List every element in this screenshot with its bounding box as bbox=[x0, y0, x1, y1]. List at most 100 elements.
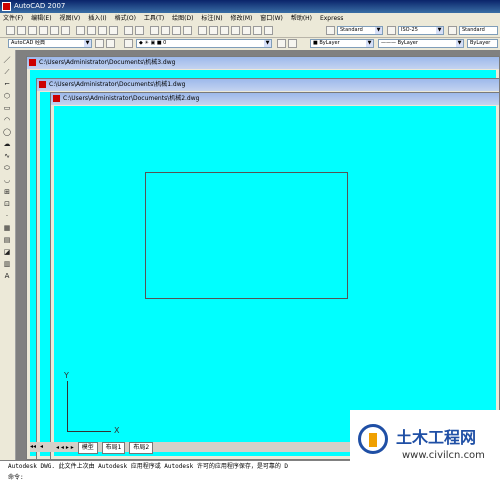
undo-icon[interactable] bbox=[124, 26, 133, 35]
window-title: AutoCAD 2007 bbox=[14, 2, 66, 10]
ellipse-arc-icon[interactable]: ◡ bbox=[2, 176, 12, 185]
copy-icon[interactable] bbox=[87, 26, 96, 35]
text-style-icon bbox=[326, 26, 335, 35]
save-icon[interactable] bbox=[28, 26, 37, 35]
menu-help[interactable]: 帮助(H) bbox=[288, 13, 315, 25]
zoom-realtime-icon[interactable] bbox=[161, 26, 170, 35]
menu-dimension[interactable]: 标注(N) bbox=[198, 13, 225, 25]
table-style-icon bbox=[448, 26, 457, 35]
drawing-area: C:\Users\Administrator\Documents\机械3.dwg… bbox=[16, 50, 500, 460]
menu-insert[interactable]: 插入(I) bbox=[85, 13, 109, 25]
drawn-rectangle[interactable] bbox=[145, 172, 348, 299]
revision-cloud-icon[interactable]: ☁ bbox=[2, 140, 12, 149]
cut-icon[interactable] bbox=[76, 26, 85, 35]
menu-view[interactable]: 视图(V) bbox=[56, 13, 83, 25]
menu-edit[interactable]: 编辑(E) bbox=[28, 13, 54, 25]
layer-select[interactable]: ◆ ☀ ▣ ■ 0 ▼ bbox=[136, 39, 272, 48]
markup-icon[interactable] bbox=[242, 26, 251, 35]
properties-icon[interactable] bbox=[198, 26, 207, 35]
watermark-url: www.civilcn.com bbox=[402, 450, 485, 461]
menu-format[interactable]: 格式(O) bbox=[112, 13, 139, 25]
dim-style-select[interactable]: ISO-25 ▼ bbox=[398, 26, 444, 35]
workspace-settings-icon[interactable] bbox=[95, 39, 104, 48]
first-tab-icon[interactable]: ◂◂ bbox=[30, 442, 36, 452]
menu-modify[interactable]: 修改(M) bbox=[228, 13, 256, 25]
redo-icon[interactable] bbox=[135, 26, 144, 35]
canvas-2[interactable]: Y X bbox=[54, 106, 496, 456]
gradient-icon[interactable]: ▤ bbox=[2, 236, 12, 245]
chevron-down-icon: ▼ bbox=[264, 40, 271, 47]
chevron-down-icon: ▼ bbox=[366, 40, 373, 47]
paste-icon[interactable] bbox=[98, 26, 107, 35]
line-icon[interactable]: ／ bbox=[2, 56, 12, 65]
rectangle-icon[interactable]: ▭ bbox=[2, 104, 12, 113]
tab-layout2[interactable]: 布局2 bbox=[129, 442, 154, 454]
table-icon[interactable]: ▥ bbox=[2, 260, 12, 269]
workspace-save-icon[interactable] bbox=[106, 39, 115, 48]
lineweight-select[interactable]: ByLayer bbox=[467, 39, 498, 48]
construction-line-icon[interactable]: ⟋ bbox=[2, 68, 12, 77]
ellipse-icon[interactable]: ⬭ bbox=[2, 164, 12, 173]
polygon-icon[interactable]: ⬡ bbox=[2, 92, 12, 101]
menu-file[interactable]: 文件(F) bbox=[0, 13, 26, 25]
document-icon bbox=[29, 59, 36, 66]
point-icon[interactable]: · bbox=[2, 212, 12, 221]
polyline-icon[interactable]: ⌐ bbox=[2, 80, 12, 89]
document-title-2[interactable]: C:\Users\Administrator\Documents\机械2.dwg bbox=[51, 93, 499, 105]
print-icon[interactable] bbox=[39, 26, 48, 35]
menu-tools[interactable]: 工具(T) bbox=[141, 13, 167, 25]
tool-palettes-icon[interactable] bbox=[220, 26, 229, 35]
lightbulb-icon: ◆ ☀ ▣ ■ bbox=[139, 40, 164, 46]
tab-model[interactable]: 模型 bbox=[77, 442, 98, 454]
menu-window[interactable]: 窗口(W) bbox=[257, 13, 286, 25]
draw-toolbar: ／ ⟋ ⌐ ⬡ ▭ ◠ ◯ ☁ ∿ ⬭ ◡ ⊞ ⊡ · ▦ ▤ ◪ ▥ A bbox=[0, 50, 16, 460]
calculator-icon[interactable] bbox=[253, 26, 262, 35]
layer-manager-icon[interactable] bbox=[124, 39, 133, 48]
new-icon[interactable] bbox=[6, 26, 15, 35]
publish-icon[interactable] bbox=[61, 26, 70, 35]
linetype-select[interactable]: ——— ByLayer ▼ bbox=[378, 39, 464, 48]
menu-draw[interactable]: 绘图(D) bbox=[169, 13, 196, 25]
sheet-set-icon[interactable] bbox=[231, 26, 240, 35]
prev-tab-icon[interactable]: ◂ bbox=[40, 442, 43, 452]
hatch-icon[interactable]: ▦ bbox=[2, 224, 12, 233]
document-window-2[interactable]: C:\Users\Administrator\Documents\机械2.dwg… bbox=[50, 92, 500, 460]
tab-nav-arrows[interactable]: ◂ ◂ ▸ ▸ bbox=[56, 443, 74, 453]
match-properties-icon[interactable] bbox=[109, 26, 118, 35]
dim-style-icon bbox=[387, 26, 396, 35]
chevron-down-icon: ▼ bbox=[375, 27, 382, 34]
text-style-select[interactable]: Standard ▼ bbox=[337, 26, 383, 35]
linetype-sample: ——— bbox=[381, 40, 398, 46]
preview-icon[interactable] bbox=[50, 26, 59, 35]
document-title-1[interactable]: C:\Users\Administrator\Documents\机械1.dwg bbox=[37, 79, 499, 91]
standard-toolbar: Standard ▼ ISO-25 ▼ Standard bbox=[0, 25, 500, 38]
open-icon[interactable] bbox=[17, 26, 26, 35]
help-icon[interactable] bbox=[264, 26, 273, 35]
workspace-select[interactable]: AutoCAD 经典 ▼ bbox=[8, 39, 92, 48]
chevron-down-icon: ▼ bbox=[456, 40, 463, 47]
title-bar: AutoCAD 2007 bbox=[0, 0, 500, 13]
document-title-3[interactable]: C:\Users\Administrator\Documents\机械3.dwg bbox=[27, 57, 499, 69]
tab-layout1[interactable]: 布局1 bbox=[101, 442, 126, 454]
make-current-layer-icon[interactable] bbox=[277, 39, 286, 48]
region-icon[interactable]: ◪ bbox=[2, 248, 12, 257]
layout-tabs: ◂ ◂ ▸ ▸ 模型 布局1 布局2 bbox=[56, 442, 356, 454]
mtext-icon[interactable]: A bbox=[2, 272, 12, 281]
layer-previous-icon[interactable] bbox=[288, 39, 297, 48]
make-block-icon[interactable]: ⊡ bbox=[2, 200, 12, 209]
table-style-select[interactable]: Standard bbox=[459, 26, 498, 35]
chevron-down-icon: ▼ bbox=[436, 27, 443, 34]
zoom-previous-icon[interactable] bbox=[183, 26, 192, 35]
menu-express[interactable]: Express bbox=[317, 13, 346, 25]
document-icon bbox=[39, 81, 46, 88]
color-select[interactable]: ■ ByLayer ▼ bbox=[310, 39, 374, 48]
document-icon bbox=[53, 95, 60, 102]
pan-icon[interactable] bbox=[150, 26, 159, 35]
spline-icon[interactable]: ∿ bbox=[2, 152, 12, 161]
circle-icon[interactable]: ◯ bbox=[2, 128, 12, 137]
autocad-icon[interactable] bbox=[2, 2, 11, 11]
arc-icon[interactable]: ◠ bbox=[2, 116, 12, 125]
design-center-icon[interactable] bbox=[209, 26, 218, 35]
insert-block-icon[interactable]: ⊞ bbox=[2, 188, 12, 197]
zoom-window-icon[interactable] bbox=[172, 26, 181, 35]
